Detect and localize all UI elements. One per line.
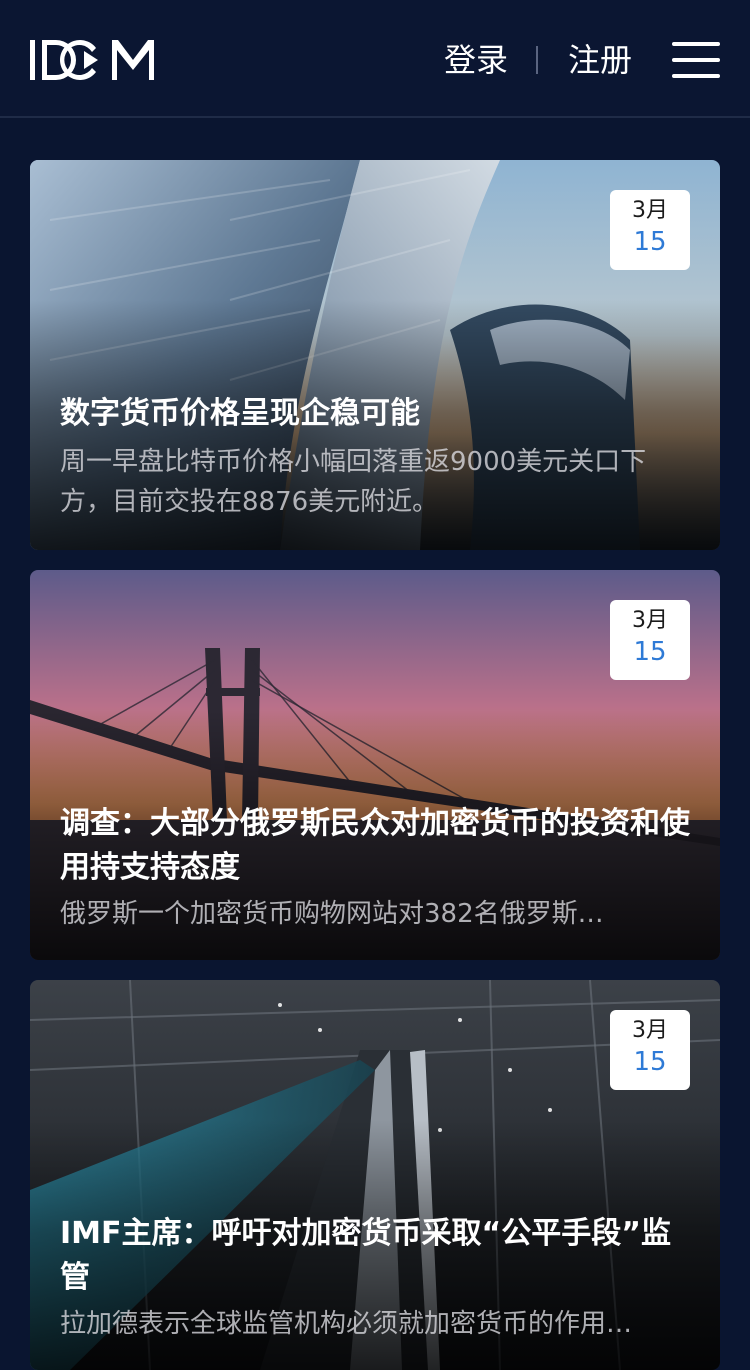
login-link[interactable]: 登录 [444, 38, 508, 82]
menu-icon[interactable] [672, 42, 720, 78]
article-title: 调查：大部分俄罗斯民众对加密货币的投资和使用持支持态度 [60, 806, 690, 885]
nav-divider [536, 46, 538, 74]
article-title: IMF主席：呼吁对加密货币采取“公平手段”监管 [60, 1216, 671, 1295]
date-day: 15 [633, 637, 667, 667]
article-title: 数字货币价格呈现企稳可能 [60, 396, 420, 431]
article-card[interactable]: 3月 15 数字货币价格呈现企稳可能 周一早盘比特币价格小幅回落重返9000美元… [30, 160, 720, 550]
register-link[interactable]: 注册 [568, 38, 632, 82]
date-badge: 3月 15 [610, 1010, 690, 1090]
date-day: 15 [633, 1047, 667, 1077]
date-month: 3月 [632, 198, 668, 223]
article-summary: 周一早盘比特币价格小幅回落重返9000美元关口下方，目前交投在8876美元附近。 [60, 447, 647, 517]
date-month: 3月 [632, 1018, 668, 1043]
date-badge: 3月 15 [610, 190, 690, 270]
date-badge: 3月 15 [610, 600, 690, 680]
article-summary: 俄罗斯一个加密货币购物网站对382名俄罗斯… [60, 899, 604, 929]
idcm-logo[interactable] [30, 38, 156, 82]
date-month: 3月 [632, 608, 668, 633]
article-card[interactable]: 3月 15 IMF主席：呼吁对加密货币采取“公平手段”监管 拉加德表示全球监管机… [30, 980, 720, 1370]
article-summary: 拉加德表示全球监管机构必须就加密货币的作用… [60, 1309, 633, 1339]
date-day: 15 [633, 227, 667, 257]
article-card[interactable]: 3月 15 调查：大部分俄罗斯民众对加密货币的投资和使用持支持态度 俄罗斯一个加… [30, 570, 720, 960]
top-bar: 登录 注册 [0, 0, 750, 118]
